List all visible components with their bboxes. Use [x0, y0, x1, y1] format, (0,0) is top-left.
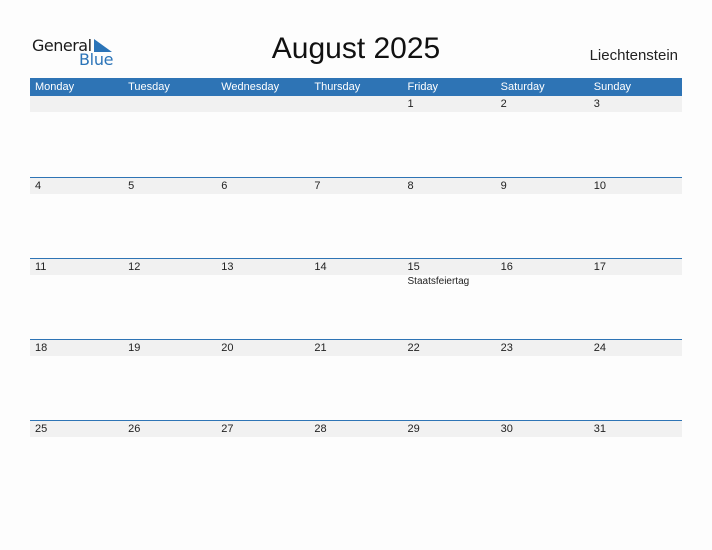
day-cell[interactable]: 22 — [402, 340, 496, 420]
day-cell[interactable] — [30, 96, 124, 177]
day-cell[interactable]: 27 — [216, 421, 310, 501]
day-number: 9 — [495, 178, 589, 194]
weekday-monday: Monday — [35, 81, 75, 93]
day-number: 22 — [402, 340, 496, 356]
day-number: 15 — [402, 259, 496, 275]
day-number: 3 — [588, 96, 682, 112]
weekday-wednesday: Wednesday — [221, 81, 280, 93]
day-number: 14 — [309, 259, 403, 275]
day-number: 13 — [216, 259, 310, 275]
day-cell[interactable]: 20 — [216, 340, 310, 420]
day-cell[interactable]: 6 — [216, 178, 310, 258]
day-number — [216, 96, 310, 112]
day-number: 19 — [123, 340, 217, 356]
day-number: 1 — [402, 96, 496, 112]
day-cell[interactable] — [216, 96, 310, 177]
day-number: 21 — [309, 340, 403, 356]
weeks-container: 1 2 3 4 5 6 7 8 9 10 11 12 13 14 15 Staatsfeiertag 16 17 1… — [30, 96, 682, 501]
day-number: 17 — [588, 259, 682, 275]
day-number: 2 — [495, 96, 589, 112]
day-cell[interactable]: 5 — [123, 178, 217, 258]
day-number — [123, 96, 217, 112]
day-number: 31 — [588, 421, 682, 437]
day-number: 6 — [216, 178, 310, 194]
day-cell[interactable]: 19 — [123, 340, 217, 420]
day-cell[interactable]: 4 — [30, 178, 124, 258]
holiday-label: Staatsfeiertag — [407, 276, 470, 287]
day-number — [309, 96, 403, 112]
day-number: 24 — [588, 340, 682, 356]
weekday-header: Monday Tuesday Wednesday Thursday Friday… — [30, 78, 682, 96]
day-cell[interactable]: 21 — [309, 340, 403, 420]
day-cell[interactable]: 11 — [30, 259, 124, 339]
day-cell[interactable]: 16 — [495, 259, 589, 339]
day-number: 8 — [402, 178, 496, 194]
day-cell[interactable]: 17 — [588, 259, 682, 339]
day-number: 11 — [30, 259, 124, 275]
week-row: 25 26 27 28 29 30 31 — [30, 420, 682, 501]
weekday-sunday: Sunday — [593, 81, 632, 93]
day-number: 23 — [495, 340, 589, 356]
day-number: 25 — [30, 421, 124, 437]
day-cell[interactable] — [309, 96, 403, 177]
day-number: 4 — [30, 178, 124, 194]
day-number: 20 — [216, 340, 310, 356]
weekday-thursday: Thursday — [314, 81, 361, 93]
day-cell[interactable]: 24 — [588, 340, 682, 420]
day-number: 28 — [309, 421, 403, 437]
week-row: 18 19 20 21 22 23 24 — [30, 339, 682, 420]
day-cell[interactable]: 25 — [30, 421, 124, 501]
weekday-saturday: Saturday — [500, 81, 545, 93]
week-row: 11 12 13 14 15 Staatsfeiertag 16 17 — [30, 258, 682, 339]
week-row: 4 5 6 7 8 9 10 — [30, 177, 682, 258]
day-cell[interactable]: 30 — [495, 421, 589, 501]
day-number: 16 — [495, 259, 589, 275]
day-cell[interactable]: 10 — [588, 178, 682, 258]
day-cell[interactable]: 9 — [495, 178, 589, 258]
day-cell[interactable]: 2 — [495, 96, 589, 177]
day-number: 26 — [123, 421, 217, 437]
day-number: 29 — [402, 421, 496, 437]
day-number: 7 — [309, 178, 403, 194]
day-number: 30 — [495, 421, 589, 437]
day-number: 18 — [30, 340, 124, 356]
day-cell[interactable]: 29 — [402, 421, 496, 501]
day-number: 10 — [588, 178, 682, 194]
day-number: 27 — [216, 421, 310, 437]
weekday-tuesday: Tuesday — [128, 81, 170, 93]
country-label: Liechtenstein — [589, 47, 678, 64]
day-cell[interactable]: 23 — [495, 340, 589, 420]
day-cell[interactable]: 18 — [30, 340, 124, 420]
day-cell[interactable] — [123, 96, 217, 177]
day-cell[interactable]: 3 — [588, 96, 682, 177]
calendar-grid: Monday Tuesday Wednesday Thursday Friday… — [30, 78, 682, 501]
day-cell[interactable]: 7 — [309, 178, 403, 258]
day-number: 12 — [123, 259, 217, 275]
day-cell[interactable]: 15 Staatsfeiertag — [402, 259, 496, 339]
day-cell[interactable]: 13 — [216, 259, 310, 339]
day-number: 5 — [123, 178, 217, 194]
weekday-friday: Friday — [407, 81, 439, 93]
day-cell[interactable]: 12 — [123, 259, 217, 339]
week-row: 123 — [30, 96, 682, 177]
day-cell[interactable]: 26 — [123, 421, 217, 501]
day-cell[interactable]: 8 — [402, 178, 496, 258]
day-cell[interactable]: 28 — [309, 421, 403, 501]
day-cell[interactable]: 31 — [588, 421, 682, 501]
day-number — [30, 96, 124, 112]
day-cell[interactable]: 14 — [309, 259, 403, 339]
day-cell[interactable]: 1 — [402, 96, 496, 177]
